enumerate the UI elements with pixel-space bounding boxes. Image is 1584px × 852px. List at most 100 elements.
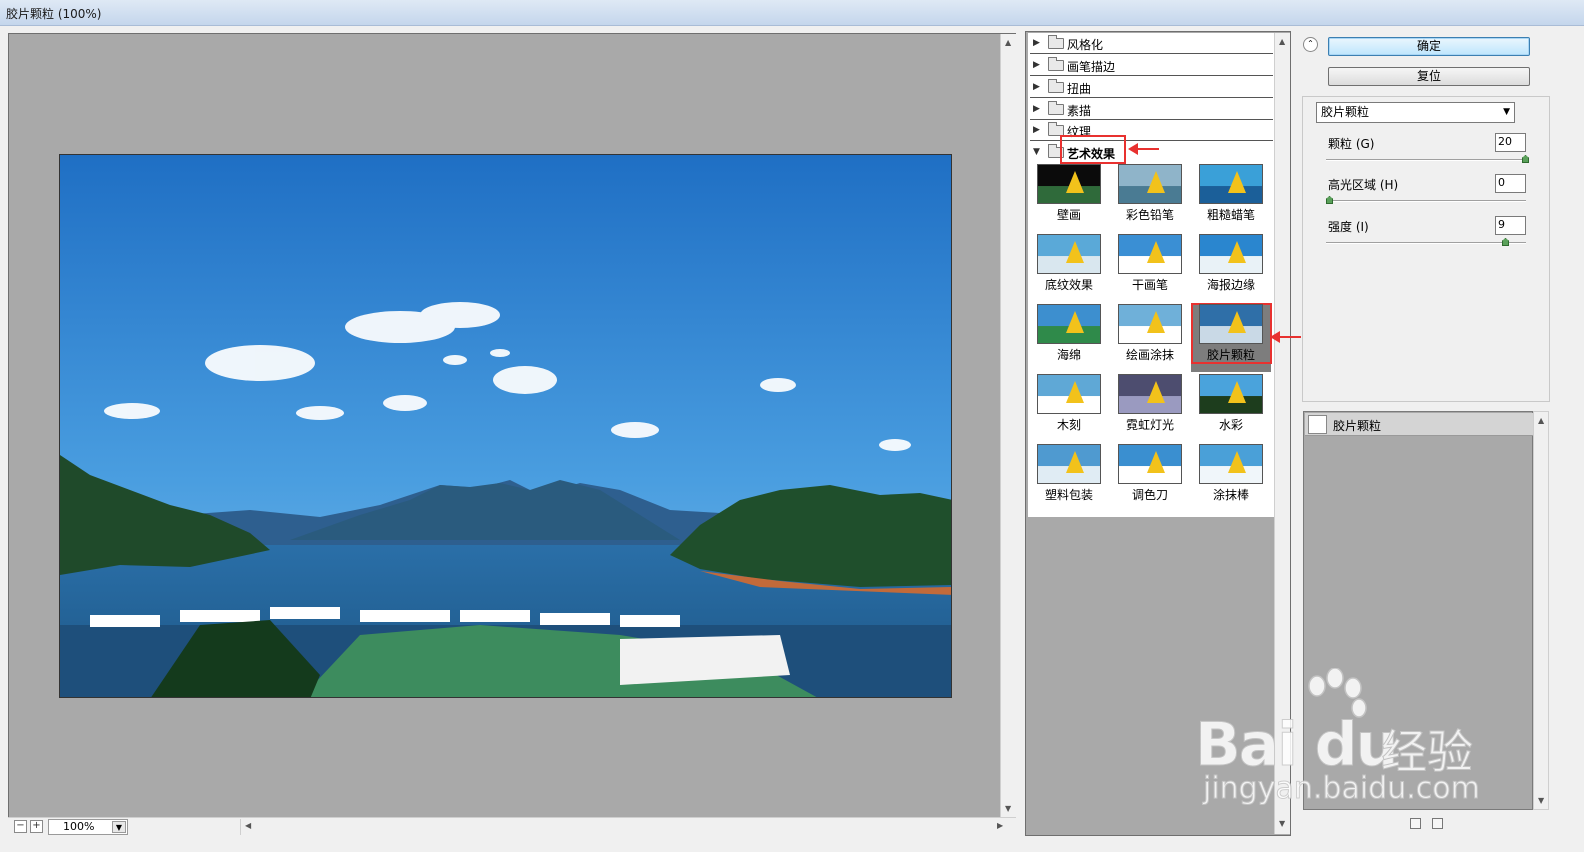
sailboat-icon: [1147, 311, 1165, 333]
sailboat-icon: [1066, 171, 1084, 193]
sailboat-icon: [1147, 381, 1165, 403]
filter-thumb[interactable]: 涂抹棒: [1199, 444, 1263, 502]
zoom-level-select[interactable]: 100% ▼: [48, 819, 128, 835]
filter-thumb-label: 海报边缘: [1206, 278, 1255, 292]
sailboat-icon: [1066, 381, 1084, 403]
filter-thumb[interactable]: 底纹效果: [1037, 234, 1101, 292]
zoom-in-button[interactable]: +: [30, 820, 43, 833]
intensity-slider[interactable]: [1326, 238, 1526, 246]
filter-thumb[interactable]: 干画笔: [1118, 234, 1182, 292]
sailboat-icon: [1228, 381, 1246, 403]
filter-preview-image: [1199, 444, 1263, 484]
scroll-up-icon[interactable]: ▲: [1538, 416, 1544, 425]
effect-layer-label: 胶片颗粒: [1333, 419, 1382, 433]
filter-thumb[interactable]: 粗糙蜡笔: [1199, 164, 1263, 222]
chevron-down-icon[interactable]: ▼: [1503, 103, 1510, 122]
intensity-input[interactable]: 9: [1495, 216, 1526, 235]
filter-thumb-label: 壁画: [1056, 208, 1081, 222]
layers-scrollbar[interactable]: ▲ ▼: [1533, 411, 1549, 810]
category-label: 风格化: [1067, 38, 1104, 52]
grain-slider[interactable]: [1326, 155, 1529, 163]
filter-thumb[interactable]: 调色刀: [1118, 444, 1182, 502]
scroll-down-icon[interactable]: ▼: [1279, 819, 1285, 828]
preview-horizontal-scrollbar[interactable]: ◀ ▶: [240, 819, 1010, 835]
double-chevron-up-icon: ⌃: [1307, 39, 1314, 48]
collapse-triangle-icon[interactable]: ▼: [1033, 147, 1040, 157]
expand-triangle-icon[interactable]: ▶: [1033, 82, 1040, 92]
reset-button[interactable]: 复位: [1328, 67, 1530, 86]
scroll-left-icon[interactable]: ◀: [245, 821, 251, 830]
filter-thumb[interactable]: 塑料包装: [1037, 444, 1101, 502]
expand-triangle-icon[interactable]: ▶: [1033, 60, 1040, 70]
filter-select[interactable]: 胶片颗粒 ▼: [1316, 102, 1515, 123]
folder-icon: [1048, 57, 1064, 71]
expand-triangle-icon[interactable]: ▶: [1033, 38, 1040, 48]
filter-thumb-label: 干画笔: [1131, 278, 1168, 292]
expand-triangle-icon[interactable]: ▶: [1033, 104, 1040, 114]
filter-thumb-label: 木刻: [1056, 418, 1081, 432]
preview-bottom-bar: − + 100% ▼ ◀ ▶: [8, 817, 1016, 835]
sailboat-icon: [1228, 311, 1246, 333]
filter-thumb-label: 海绵: [1056, 348, 1081, 362]
watermark-url: jingyan.baidu.com: [1203, 771, 1481, 807]
zoom-out-button[interactable]: −: [14, 820, 27, 833]
filter-thumb[interactable]: 胶片颗粒: [1199, 304, 1263, 362]
category-brush-strokes[interactable]: ▶ 画笔描边: [1030, 55, 1273, 76]
category-stylize[interactable]: ▶ 风格化: [1030, 33, 1273, 54]
filter-thumb[interactable]: 绘画涂抹: [1118, 304, 1182, 362]
scroll-up-icon[interactable]: ▲: [1279, 37, 1285, 46]
category-distort[interactable]: ▶ 扭曲: [1030, 77, 1273, 98]
effect-layer-row[interactable]: 胶片颗粒: [1305, 413, 1533, 436]
grain-label: 颗粒 (G): [1328, 137, 1375, 151]
intensity-label: 强度 (I): [1328, 220, 1369, 234]
filter-thumb[interactable]: 海绵: [1037, 304, 1101, 362]
collapse-gallery-button[interactable]: ⌃: [1303, 37, 1318, 52]
filter-preview-image: [1118, 164, 1182, 204]
filter-thumb[interactable]: 霓虹灯光: [1118, 374, 1182, 432]
scroll-down-icon[interactable]: ▼: [1005, 804, 1011, 813]
filter-thumb[interactable]: 水彩: [1199, 374, 1263, 432]
filter-thumb[interactable]: 壁画: [1037, 164, 1101, 222]
sailboat-icon: [1147, 241, 1165, 263]
scroll-down-icon[interactable]: ▼: [1538, 796, 1544, 805]
grain-input[interactable]: 20: [1495, 133, 1526, 152]
filter-preview-image: [1037, 164, 1101, 204]
baidu-watermark: Bai du 经验 jingyan.baidu.com: [1194, 668, 1495, 808]
chevron-down-icon[interactable]: ▼: [112, 821, 126, 833]
filter-thumb-label: 水彩: [1218, 418, 1243, 432]
filter-thumb-label: 调色刀: [1131, 488, 1168, 502]
sailboat-icon: [1066, 451, 1084, 473]
title-bar: 胶片颗粒 (100%): [0, 0, 1584, 26]
filter-preview-image: [1118, 234, 1182, 274]
filter-thumb[interactable]: 木刻: [1037, 374, 1101, 432]
scroll-right-icon[interactable]: ▶: [997, 821, 1003, 830]
highlight-area-slider[interactable]: [1326, 196, 1526, 204]
sailboat-icon: [1066, 311, 1084, 333]
filter-thumb[interactable]: 彩色铅笔: [1118, 164, 1182, 222]
category-label: 画笔描边: [1067, 60, 1116, 74]
filter-preview-image: [1037, 234, 1101, 274]
category-sketch[interactable]: ▶ 素描: [1030, 99, 1273, 120]
preview-vertical-scrollbar[interactable]: ▲ ▼: [1000, 34, 1016, 818]
visibility-toggle[interactable]: [1308, 415, 1327, 434]
filter-preview-image: [1037, 304, 1101, 344]
annotation-arrow: [1270, 331, 1301, 343]
new-effect-layer-icon[interactable]: [1410, 818, 1421, 829]
scroll-up-icon[interactable]: ▲: [1005, 38, 1011, 47]
filter-thumb-label: 胶片颗粒: [1206, 348, 1255, 362]
preview-image: [59, 154, 952, 698]
filter-thumb-label: 霓虹灯光: [1125, 418, 1174, 432]
trash-icon[interactable]: [1432, 818, 1443, 829]
sailboat-icon: [1228, 241, 1246, 263]
filter-preview-image: [1199, 164, 1263, 204]
highlight-area-input[interactable]: 0: [1495, 174, 1526, 193]
filter-preview-image: [1199, 374, 1263, 414]
filter-thumb[interactable]: 海报边缘: [1199, 234, 1263, 292]
expand-triangle-icon[interactable]: ▶: [1033, 125, 1040, 135]
ok-button[interactable]: 确定: [1328, 37, 1530, 56]
highlight-box: [1060, 135, 1126, 164]
category-label: 扭曲: [1067, 82, 1092, 96]
filter-thumb-label: 塑料包装: [1044, 488, 1093, 502]
sailboat-icon: [1147, 171, 1165, 193]
filter-thumb-label: 底纹效果: [1044, 278, 1093, 292]
